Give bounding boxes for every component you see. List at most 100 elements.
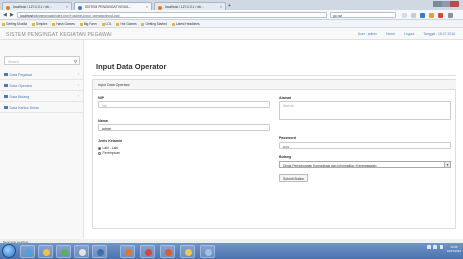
chevron-right-icon: ›: [77, 94, 79, 98]
bidang-selected-value: Dinas Perhubungan Komunikasi dan Informa…: [283, 163, 377, 168]
submit-button-label: Submit Button: [283, 177, 305, 181]
network-icon[interactable]: [433, 245, 437, 249]
folder-icon: [4, 94, 8, 98]
password-value: •••••: [283, 144, 289, 149]
maximize-icon[interactable]: [442, 1, 450, 7]
close-tab-icon[interactable]: ×: [66, 5, 68, 9]
user-icon: [4, 83, 8, 87]
app-icon: [205, 248, 212, 256]
sidebar-item-data-bidang[interactable]: Data Bidang ›: [0, 91, 84, 102]
clock[interactable]: 10:45 18/07/2016: [447, 245, 461, 253]
building-icon: [4, 105, 8, 109]
sidebar-item-label: Data Operator: [9, 83, 33, 88]
taskbar-app[interactable]: [160, 244, 175, 258]
browser-search-input[interactable]: go out: [330, 12, 396, 18]
forward-icon[interactable]: ▶: [10, 12, 14, 18]
bookmark-star-icon[interactable]: [402, 12, 407, 18]
bookmark-item[interactable]: Getting Started: [141, 22, 167, 26]
nip-label: NIP: [98, 96, 104, 100]
close-tab-icon[interactable]: ×: [146, 5, 148, 9]
taskbar: 10:45 18/07/2016: [0, 243, 463, 259]
search-icon[interactable]: ⚲: [74, 59, 77, 65]
app-brand[interactable]: SISTEM PENGINGAT KEGIATAN PEGAWAI: [6, 32, 112, 38]
downloads-icon[interactable]: [411, 12, 416, 18]
nama-value: admin: [102, 126, 112, 131]
main-content: Input Data Operator Input Data Operator …: [84, 40, 463, 239]
app-icon: [165, 248, 172, 256]
app-icon: [79, 248, 86, 256]
taskbar-app[interactable]: [120, 244, 135, 258]
password-input[interactable]: •••••: [279, 142, 451, 149]
home-icon[interactable]: [420, 12, 425, 18]
taskbar-app[interactable]: [180, 244, 195, 258]
alamat-textarea[interactable]: Alamat: [279, 101, 451, 120]
alamat-placeholder: Alamat: [283, 103, 294, 108]
chevron-right-icon: ›: [77, 72, 79, 76]
new-tab-icon[interactable]: +: [228, 3, 231, 9]
browser-tab-active[interactable]: SISTEM PENGINGAT KEGIA... ×: [74, 2, 152, 10]
bookmark-folder-icon: [31, 22, 35, 26]
date-label: Tanggal : 18.07.2016: [423, 32, 455, 36]
bookmark-item[interactable]: Big Farm: [79, 22, 97, 26]
dropdown-arrow-icon: ▾: [444, 162, 450, 167]
bookmark-item[interactable]: Hash Games: [52, 22, 75, 26]
app-icon: [145, 248, 152, 256]
taskbar-app[interactable]: [56, 244, 71, 258]
url-input[interactable]: localhost/siti/pengingat/index.php?r=adm…: [17, 12, 327, 18]
taskbar-app[interactable]: [20, 244, 35, 258]
sidebar-search-placeholder: Search: [8, 59, 19, 64]
logout-link[interactable]: Logout: [404, 32, 414, 36]
bookmark-item[interactable]: Latest Headlines: [171, 22, 200, 26]
taskbar-app[interactable]: [74, 244, 89, 258]
nama-input[interactable]: admin: [98, 124, 270, 131]
submit-button[interactable]: Submit Button: [279, 174, 309, 182]
back-icon[interactable]: ◀: [3, 12, 7, 18]
tab-label: localhost / 127.0.0.1 / db...: [165, 5, 204, 9]
bookmark-item[interactable]: LOL: [101, 22, 112, 26]
volume-icon[interactable]: [439, 245, 444, 249]
clock-date: 18/07/2016: [447, 249, 461, 253]
sidebar-item-data-operator[interactable]: Data Operator ›: [0, 80, 84, 91]
close-tab-icon[interactable]: ×: [220, 5, 222, 9]
radio-checked-icon: [98, 146, 101, 150]
media-player-icon: [61, 248, 68, 256]
taskbar-app[interactable]: [200, 244, 215, 258]
sidebar-search-input[interactable]: Search ⚲: [4, 56, 80, 65]
taskbar-app[interactable]: [38, 244, 53, 258]
nip-placeholder: Nip: [102, 103, 108, 108]
taskbar-app[interactable]: [92, 244, 107, 258]
sidebar-item-label: Data Pegawai: [9, 72, 32, 77]
sidebar-item-data-kantor-dinas[interactable]: Data Kantor Dinas: [0, 102, 84, 113]
sidebar-item-label: Data Bidang: [9, 94, 30, 99]
addon-icon[interactable]: [429, 12, 434, 18]
nip-input[interactable]: Nip: [98, 101, 270, 108]
bookmark-folder-icon: [79, 22, 83, 26]
window-controls: [433, 1, 459, 7]
sidebar-item-data-pegawai[interactable]: Data Pegawai ›: [0, 69, 84, 80]
radio-laki-laki[interactable]: Laki - Laki: [98, 146, 118, 150]
url-path: /siti/pengingat/index.php?r=admin-input_…: [33, 14, 120, 18]
menu-icon[interactable]: [448, 12, 453, 18]
form-panel: Input Data Operator NIP Nip Nama admin J…: [92, 79, 456, 229]
user-label[interactable]: User : admin: [358, 32, 377, 36]
taskbar-app[interactable]: [140, 244, 155, 258]
bookmark-item[interactable]: Getting Mozilla: [2, 22, 27, 26]
bidang-select[interactable]: Dinas Perhubungan Komunikasi dan Informa…: [279, 161, 451, 168]
start-button[interactable]: [2, 244, 16, 258]
minimize-icon[interactable]: [433, 1, 442, 7]
radio-label: Laki - Laki: [102, 146, 118, 150]
sidebar: Search ⚲ Data Pegawai › Data Operator › …: [0, 40, 84, 239]
app-icon: [97, 248, 104, 256]
addon-red-icon[interactable]: [438, 12, 443, 18]
browser-tab[interactable]: localhost / 127.0.0.1 / db... ×: [2, 2, 72, 10]
page-title: Input Data Operator: [96, 62, 167, 71]
bookmark-item[interactable]: Simplex: [31, 22, 47, 26]
alamat-label: Alamat: [279, 96, 291, 100]
radio-perempuan[interactable]: Perempuan: [98, 151, 120, 155]
bookmark-item[interactable]: Hot Games: [116, 22, 137, 26]
sidebar-item-label: Data Kantor Dinas: [9, 105, 39, 110]
tray-icon[interactable]: [427, 245, 431, 249]
address-bar-row: ◀ ▶ localhost/siti/pengingat/index.php?r…: [0, 10, 463, 20]
home-link[interactable]: Home: [386, 32, 395, 36]
browser-tab[interactable]: localhost / 127.0.0.1 / db... ×: [154, 2, 226, 10]
